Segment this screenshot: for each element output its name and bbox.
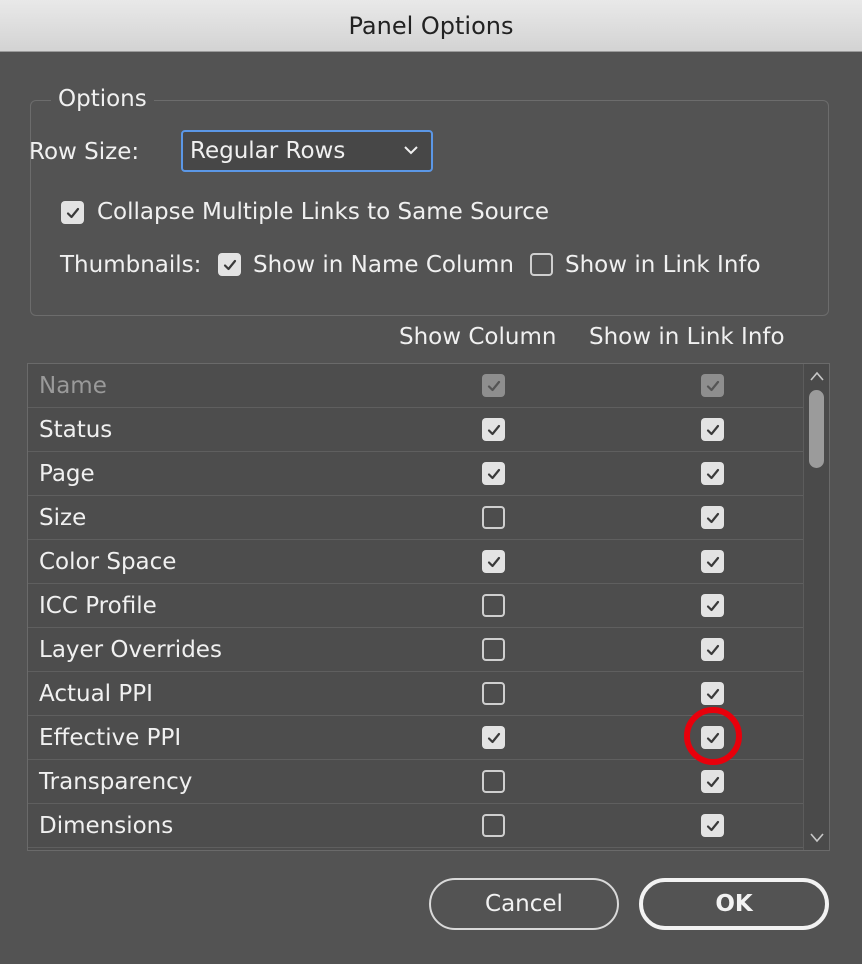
- thumb-link-info-label: Show in Link Info: [565, 252, 761, 278]
- checkmark-icon: [706, 600, 719, 611]
- checkmark-icon: [706, 512, 719, 523]
- show-column-checkbox[interactable]: [482, 814, 505, 837]
- columns-list[interactable]: Dimensions Transparency Effective PPI Actua…: [27, 363, 830, 851]
- table-row[interactable]: Name: [28, 364, 804, 408]
- thumb-name-column-checkbox[interactable]: [218, 253, 241, 276]
- row-name: Color Space: [39, 549, 177, 575]
- checkmark-icon: [706, 776, 719, 787]
- thumb-name-column-label: Show in Name Column: [253, 252, 514, 278]
- show-in-link-info-checkbox[interactable]: [701, 638, 724, 661]
- checkmark-icon: [706, 380, 719, 391]
- show-in-link-info-checkbox[interactable]: [701, 594, 724, 617]
- checkmark-icon: [66, 207, 79, 218]
- table-row[interactable]: Dimensions: [28, 804, 804, 848]
- show-column-checkbox[interactable]: [482, 770, 505, 793]
- row-name: Size: [39, 505, 87, 531]
- scroll-thumb[interactable]: [809, 390, 824, 468]
- show-column-checkbox[interactable]: [482, 418, 505, 441]
- chevron-up-icon[interactable]: [809, 370, 825, 382]
- title-bar: Panel Options: [0, 0, 862, 52]
- options-group-legend: Options: [51, 86, 154, 112]
- checkmark-icon: [706, 424, 719, 435]
- row-name: Dimensions: [39, 813, 174, 839]
- show-in-link-info-checkbox[interactable]: [701, 770, 724, 793]
- show-column-header: Show Column: [399, 324, 557, 350]
- thumbnails-label: Thumbnails:: [60, 252, 202, 278]
- row-name: Transparency: [39, 769, 193, 795]
- checkmark-icon: [706, 732, 719, 743]
- table-row[interactable]: ICC Profile: [28, 584, 804, 628]
- row-name: Status: [39, 417, 113, 443]
- chevron-down-icon: [404, 146, 418, 155]
- checkmark-icon: [706, 556, 719, 567]
- panel-options-dialog: Options Row Size: Regular Rows Collapse …: [0, 52, 862, 964]
- table-row[interactable]: Layer Overrides: [28, 628, 804, 672]
- row-name: Name: [39, 373, 107, 399]
- collapse-links-label: Collapse Multiple Links to Same Source: [97, 199, 550, 225]
- checkmark-icon: [706, 644, 719, 655]
- show-column-checkbox[interactable]: [482, 506, 505, 529]
- row-name: Effective PPI: [39, 725, 182, 751]
- checkmark-icon: [487, 424, 500, 435]
- checkmark-icon: [487, 556, 500, 567]
- show-column-checkbox: [482, 374, 505, 397]
- window-title: Panel Options: [348, 11, 514, 40]
- show-column-checkbox[interactable]: [482, 726, 505, 749]
- show-in-link-info-checkbox[interactable]: [701, 506, 724, 529]
- table-row[interactable]: Size: [28, 496, 804, 540]
- vertical-scrollbar[interactable]: [803, 364, 829, 850]
- show-in-link-info-checkbox[interactable]: [701, 418, 724, 441]
- show-in-link-info-checkbox[interactable]: [701, 814, 724, 837]
- thumb-link-info-checkbox[interactable]: [530, 253, 553, 276]
- row-name: Layer Overrides: [39, 637, 222, 663]
- row-name: Page: [39, 461, 95, 487]
- checkmark-icon: [487, 468, 500, 479]
- cancel-button[interactable]: Cancel: [429, 878, 619, 930]
- show-in-link-info-checkbox[interactable]: [701, 726, 724, 749]
- show-column-checkbox[interactable]: [482, 638, 505, 661]
- show-column-checkbox[interactable]: [482, 550, 505, 573]
- checkmark-icon: [487, 380, 500, 391]
- checkmark-icon: [706, 688, 719, 699]
- ok-button[interactable]: OK: [639, 878, 829, 930]
- table-row[interactable]: Effective PPI: [28, 716, 804, 760]
- show-in-link-info-checkbox[interactable]: [701, 550, 724, 573]
- table-row[interactable]: Color Space: [28, 540, 804, 584]
- checkmark-icon: [706, 820, 719, 831]
- show-in-link-info-checkbox[interactable]: [701, 682, 724, 705]
- table-row[interactable]: Page: [28, 452, 804, 496]
- show-in-link-info-header: Show in Link Info: [589, 324, 785, 350]
- show-column-checkbox[interactable]: [482, 682, 505, 705]
- show-in-link-info-checkbox: [701, 374, 724, 397]
- show-column-checkbox[interactable]: [482, 462, 505, 485]
- row-size-label: Row Size:: [29, 139, 140, 165]
- checkmark-icon: [706, 468, 719, 479]
- table-row[interactable]: Status: [28, 408, 804, 452]
- show-column-checkbox[interactable]: [482, 594, 505, 617]
- row-name: Actual PPI: [39, 681, 153, 707]
- checkmark-icon: [487, 732, 500, 743]
- show-in-link-info-checkbox[interactable]: [701, 462, 724, 485]
- row-size-value: Regular Rows: [190, 138, 346, 164]
- checkmark-icon: [223, 259, 236, 270]
- chevron-down-icon[interactable]: [809, 832, 825, 844]
- collapse-links-checkbox[interactable]: [61, 201, 84, 224]
- row-size-dropdown[interactable]: Regular Rows: [181, 130, 433, 172]
- row-name: ICC Profile: [39, 593, 157, 619]
- table-row[interactable]: Transparency: [28, 760, 804, 804]
- table-row[interactable]: Actual PPI: [28, 672, 804, 716]
